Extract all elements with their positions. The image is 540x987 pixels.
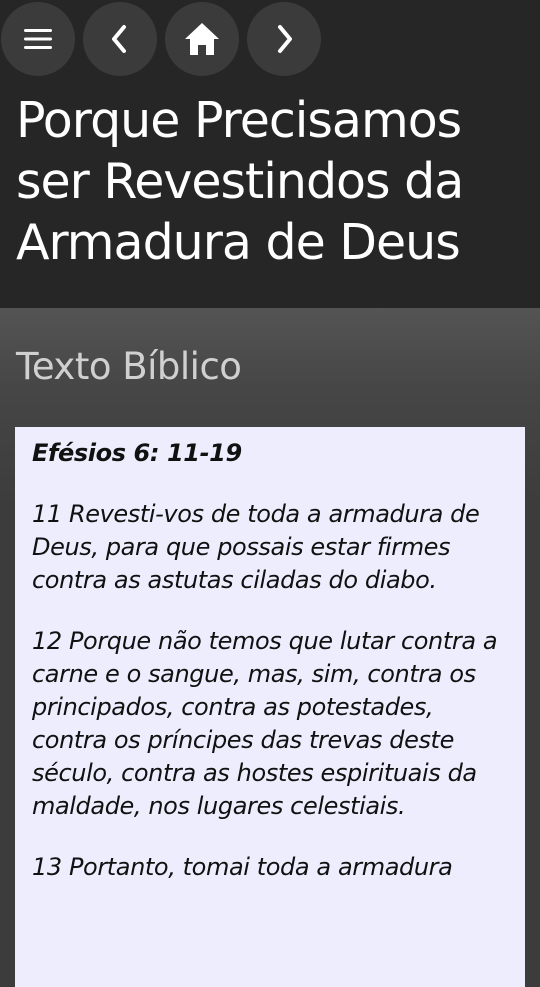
- home-button[interactable]: [165, 2, 239, 76]
- menu-button[interactable]: [1, 2, 75, 76]
- home-icon: [185, 23, 219, 55]
- chevron-right-icon: [278, 25, 292, 53]
- page-title: Porque Precisamos ser Revestindos da Arm…: [16, 92, 464, 271]
- bible-text-box: Efésios 6: 11-19 11 Revesti-vos de toda …: [15, 427, 525, 987]
- section-title: Texto Bíblico: [16, 345, 242, 388]
- verse-11: 11 Revesti-vos de toda a armadura de Deu…: [32, 500, 480, 594]
- forward-button[interactable]: [247, 2, 321, 76]
- back-button[interactable]: [83, 2, 157, 76]
- hamburger-menu-icon: [24, 29, 52, 49]
- bible-reference: Efésios 6: 11-19: [32, 439, 242, 467]
- verse-12: 12 Porque não temos que lutar contra a c…: [32, 627, 498, 820]
- header: Porque Precisamos ser Revestindos da Arm…: [0, 0, 540, 308]
- verse-13: 13 Portanto, tomai toda a armadura: [32, 853, 453, 881]
- content-area[interactable]: Texto Bíblico Efésios 6: 11-19 11 Revest…: [0, 308, 540, 987]
- chevron-left-icon: [112, 25, 126, 53]
